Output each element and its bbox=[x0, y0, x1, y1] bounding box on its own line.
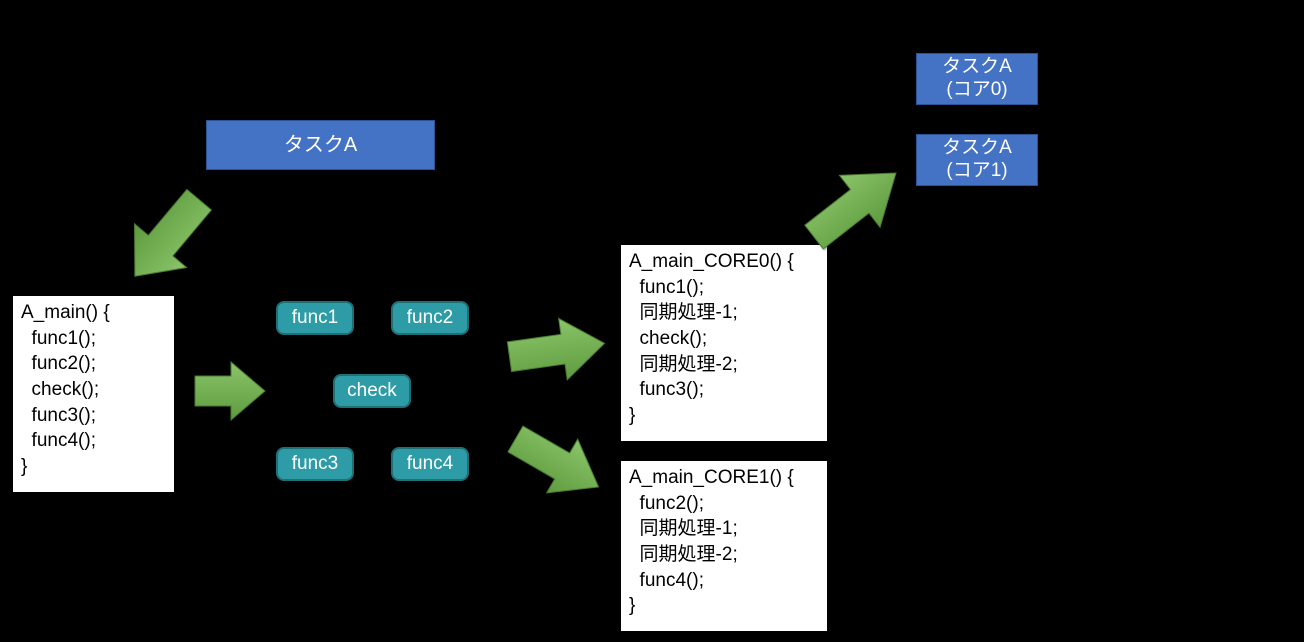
func2-node: func2 bbox=[391, 301, 469, 335]
func3-label: func3 bbox=[292, 453, 338, 475]
func2-label: func2 bbox=[407, 307, 453, 329]
arrow-funcs-to-core1 bbox=[503, 414, 611, 512]
check-label: check bbox=[347, 380, 397, 402]
func4-node: func4 bbox=[391, 447, 469, 481]
task-a-box: タスクA bbox=[206, 120, 435, 170]
func1-label: func1 bbox=[292, 307, 338, 329]
func4-label: func4 bbox=[407, 453, 453, 475]
arrow-task-to-code bbox=[97, 174, 237, 302]
func1-node: func1 bbox=[276, 301, 354, 335]
func3-node: func3 bbox=[276, 447, 354, 481]
arrow-code-to-funcs bbox=[191, 358, 269, 424]
arrow-core0-to-tasks bbox=[795, 150, 915, 260]
task-a-core1-l2: (コア1) bbox=[917, 160, 1037, 183]
check-node: check bbox=[333, 374, 411, 408]
code-core0-box: A_main_CORE0() { func1(); 同期処理-1; check(… bbox=[621, 245, 827, 441]
task-a-core1-l1: タスクA bbox=[917, 137, 1037, 160]
code-core1-box: A_main_CORE1() { func2(); 同期処理-1; 同期処理-2… bbox=[621, 461, 827, 631]
task-a-core0-box: タスクA (コア0) bbox=[916, 53, 1038, 105]
arrow-funcs-to-core0 bbox=[503, 311, 611, 389]
task-a-core1-box: タスクA (コア1) bbox=[916, 134, 1038, 186]
code-main-box: A_main() { func1(); func2(); check(); fu… bbox=[13, 296, 174, 492]
task-a-core0-l2: (コア0) bbox=[917, 79, 1037, 102]
task-a-label: タスクA bbox=[207, 133, 434, 157]
task-a-core0-l1: タスクA bbox=[917, 56, 1037, 79]
